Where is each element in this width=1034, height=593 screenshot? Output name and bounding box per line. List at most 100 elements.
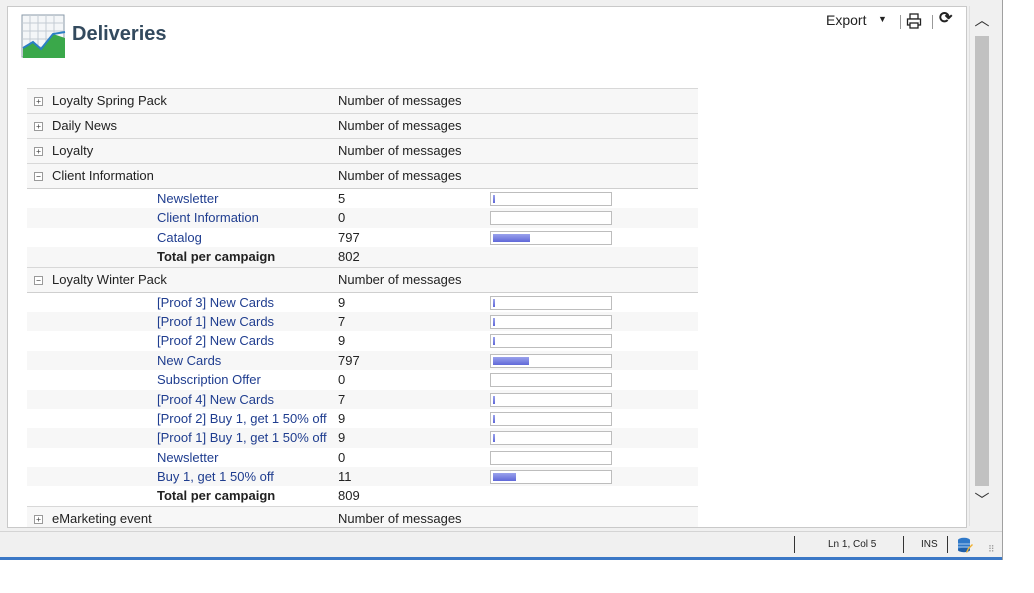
group-name[interactable]: Loyalty xyxy=(52,143,93,158)
delivery-link[interactable]: Subscription Offer xyxy=(157,372,261,387)
group-measure: Number of messages xyxy=(338,168,462,183)
table-row: [Proof 3] New Cards 9 xyxy=(27,293,698,312)
status-bar: Ln 1, Col 5 INS ⠿ xyxy=(0,531,1002,558)
table-row: [Proof 2] New Cards 9 xyxy=(27,331,698,350)
proportion-bar-fill xyxy=(493,434,495,443)
total-label: Total per campaign xyxy=(157,249,276,265)
message-count: 7 xyxy=(338,391,346,407)
scroll-up-icon[interactable]: ︿ xyxy=(970,6,994,36)
group-row[interactable]: + Daily News Number of messages xyxy=(27,113,698,138)
table-row: Client Information 0 xyxy=(27,208,698,228)
chart-logo-icon xyxy=(21,14,66,58)
group-measure: Number of messages xyxy=(338,93,462,108)
proportion-bar-fill xyxy=(493,395,495,404)
group-name[interactable]: eMarketing event xyxy=(52,511,152,526)
proportion-bar xyxy=(490,192,612,206)
message-count: 0 xyxy=(338,210,346,226)
proportion-bar xyxy=(490,411,612,426)
proportion-bar xyxy=(490,295,612,310)
deliveries-table: + Loyalty Spring Pack Number of messages + D… xyxy=(27,88,698,527)
table-row: New Cards 797 xyxy=(27,350,698,371)
expand-icon[interactable]: + xyxy=(34,122,43,131)
delivery-link[interactable]: [Proof 4] New Cards xyxy=(157,392,274,407)
message-count: 11 xyxy=(338,469,352,485)
delivery-link[interactable]: [Proof 2] New Cards xyxy=(157,333,274,348)
proportion-bar xyxy=(490,450,612,465)
proportion-bar xyxy=(490,353,612,368)
message-count: 9 xyxy=(338,333,346,349)
report-panel: Deliveries Export ▼ ⟳ + Loyalty Spring Pa… xyxy=(7,6,967,528)
scroll-thumb[interactable] xyxy=(975,36,989,486)
database-edit-icon[interactable] xyxy=(957,537,973,553)
proportion-bar xyxy=(490,334,612,349)
group-measure: Number of messages xyxy=(338,143,462,158)
table-row: Catalog 797 xyxy=(27,228,698,247)
table-row: [Proof 1] Buy 1, get 1 50% off 9 xyxy=(27,428,698,448)
total-row: Total per campaign 802 xyxy=(27,247,698,267)
table-row: Newsletter 5 xyxy=(27,189,698,208)
delivery-link[interactable]: Client Information xyxy=(157,210,259,225)
message-count: 0 xyxy=(338,372,346,388)
collapse-icon[interactable]: − xyxy=(34,275,43,285)
delivery-link[interactable]: [Proof 1] New Cards xyxy=(157,314,274,329)
delivery-link[interactable]: [Proof 1] Buy 1, get 1 50% off xyxy=(157,430,327,445)
status-divider xyxy=(947,536,948,553)
message-count: 5 xyxy=(338,191,346,206)
delivery-link[interactable]: New Cards xyxy=(157,353,221,368)
vertical-scrollbar[interactable]: ︿ ﹀ xyxy=(969,6,994,526)
insert-mode: INS xyxy=(921,539,938,550)
message-count: 9 xyxy=(338,430,346,446)
proportion-bar-fill xyxy=(493,317,495,326)
message-count: 0 xyxy=(338,449,346,465)
proportion-bar xyxy=(490,314,612,329)
toolbar-divider xyxy=(900,15,901,29)
group-row[interactable]: + eMarketing event Number of messages xyxy=(27,505,698,527)
table-row: [Proof 1] New Cards 7 xyxy=(27,311,698,332)
delivery-link[interactable]: Catalog xyxy=(157,230,202,245)
collapse-icon[interactable]: − xyxy=(34,172,43,181)
proportion-bar xyxy=(490,211,612,226)
delivery-link[interactable]: Newsletter xyxy=(157,191,218,206)
expand-icon[interactable]: + xyxy=(34,514,43,524)
page-title: Deliveries xyxy=(72,23,167,45)
group-row[interactable]: − Loyalty Winter Pack Number of messages xyxy=(27,266,698,293)
group-name[interactable]: Daily News xyxy=(52,118,117,133)
expand-icon[interactable]: + xyxy=(34,97,43,106)
proportion-bar xyxy=(490,470,612,485)
export-button[interactable]: Export xyxy=(826,12,866,28)
resize-grip-icon[interactable]: ⠿ xyxy=(988,544,995,555)
group-row[interactable]: − Client Information Number of messages xyxy=(27,163,698,189)
table-row: [Proof 2] Buy 1, get 1 50% off 9 xyxy=(27,409,698,428)
proportion-bar xyxy=(490,431,612,446)
chevron-down-icon[interactable]: ▼ xyxy=(878,14,887,24)
proportion-bar-fill xyxy=(493,233,530,242)
group-name[interactable]: Client Information xyxy=(52,168,154,183)
delivery-link[interactable]: [Proof 2] Buy 1, get 1 50% off xyxy=(157,411,327,426)
refresh-icon[interactable]: ⟳ xyxy=(939,11,955,27)
proportion-bar-fill xyxy=(493,195,495,203)
table-row: Buy 1, get 1 50% off 11 xyxy=(27,467,698,487)
cursor-position: Ln 1, Col 5 xyxy=(828,539,877,550)
group-measure: Number of messages xyxy=(338,510,462,526)
group-row[interactable]: + Loyalty Spring Pack Number of messages xyxy=(27,88,698,113)
group-row[interactable]: + Loyalty Number of messages xyxy=(27,138,698,163)
message-count: 9 xyxy=(338,294,346,310)
proportion-bar-fill xyxy=(493,414,495,423)
total-value: 802 xyxy=(338,249,360,265)
scroll-down-icon[interactable]: ﹀ xyxy=(970,486,994,516)
group-measure: Number of messages xyxy=(338,271,462,287)
message-count: 9 xyxy=(338,410,346,426)
table-row: Newsletter 0 xyxy=(27,448,698,467)
delivery-link[interactable]: Newsletter xyxy=(157,450,218,465)
table-row: Subscription Offer 0 xyxy=(27,370,698,389)
printer-icon[interactable] xyxy=(906,13,922,29)
total-value: 809 xyxy=(338,488,360,504)
delivery-link[interactable]: Buy 1, get 1 50% off xyxy=(157,469,274,484)
group-name[interactable]: Loyalty Spring Pack xyxy=(52,93,167,108)
message-count: 797 xyxy=(338,229,360,245)
message-count: 797 xyxy=(338,352,360,368)
group-name[interactable]: Loyalty Winter Pack xyxy=(52,272,167,287)
proportion-bar xyxy=(490,373,612,388)
expand-icon[interactable]: + xyxy=(34,147,43,156)
delivery-link[interactable]: [Proof 3] New Cards xyxy=(157,295,274,310)
